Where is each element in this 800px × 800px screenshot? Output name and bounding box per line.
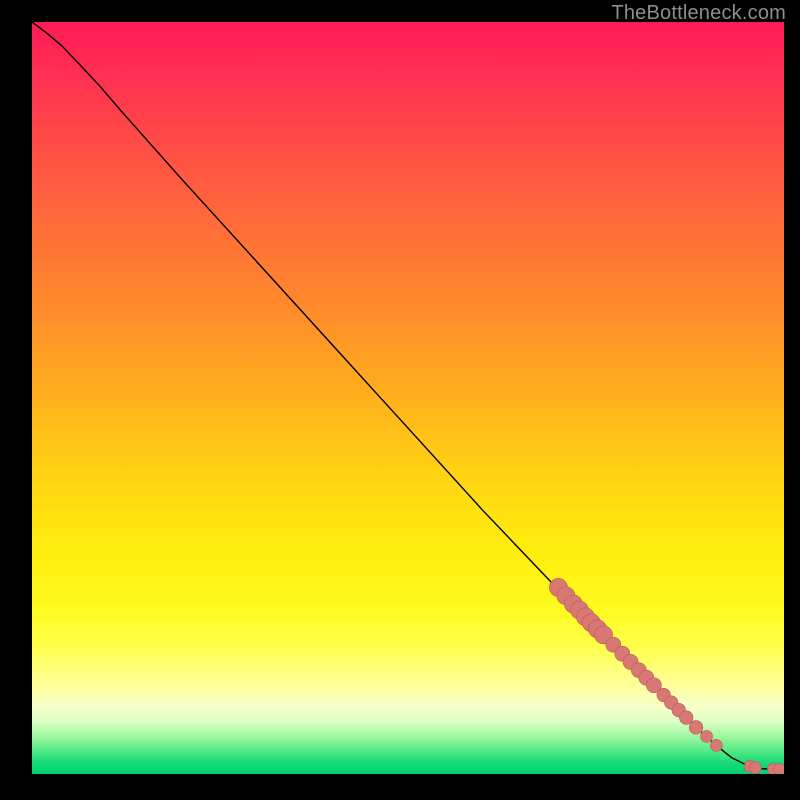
chart-curve (32, 22, 784, 769)
chart-marker (749, 762, 761, 774)
chart-marker (689, 721, 703, 735)
chart-marker (710, 739, 722, 751)
chart-stage: TheBottleneck.com (0, 0, 800, 800)
chart-markers (549, 578, 784, 774)
chart-overlay-svg (32, 22, 784, 774)
chart-marker (679, 711, 693, 725)
chart-marker (773, 763, 784, 774)
plot-area (32, 22, 784, 774)
chart-marker (701, 730, 713, 742)
